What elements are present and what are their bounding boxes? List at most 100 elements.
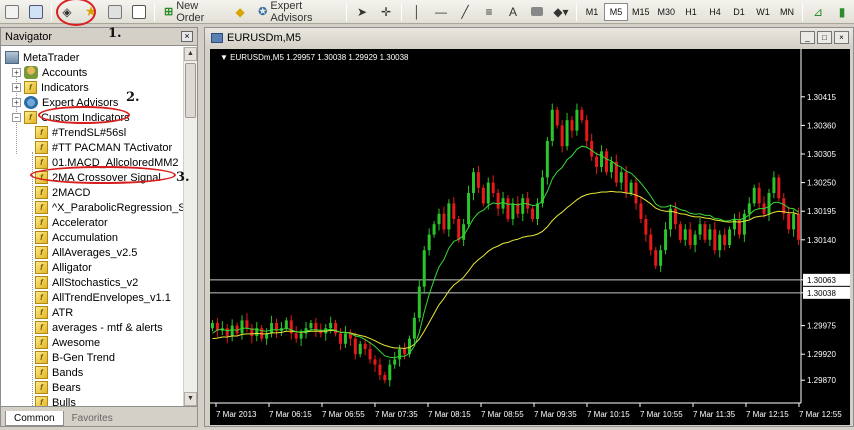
- timeframe-h1-button[interactable]: H1: [679, 3, 703, 21]
- chart-svg[interactable]: ▼ EURUSDm,M5 1.29957 1.30038 1.29929 1.3…: [210, 49, 850, 425]
- bear-candle: [378, 364, 382, 375]
- bear-candle: [334, 323, 338, 334]
- bear-candle: [580, 109, 584, 121]
- custom-indicator-item[interactable]: f AllStochastics_v2: [35, 275, 138, 290]
- timeframe-m5-button[interactable]: M5: [603, 2, 628, 21]
- custom-indicator-item[interactable]: f AllTrendEnvelopes_v1.1: [35, 290, 171, 305]
- bull-candle: [565, 120, 569, 147]
- timeframe-m1-button[interactable]: M1: [580, 3, 604, 21]
- expand-icon[interactable]: +: [12, 68, 21, 77]
- custom-indicator-item[interactable]: f averages - mtf & alerts: [35, 320, 163, 335]
- toolbar-separator: [400, 2, 402, 21]
- strategy-tester-icon[interactable]: [128, 2, 150, 22]
- bull-candle: [521, 198, 525, 214]
- new-order-button[interactable]: ⊞ New Order: [159, 0, 227, 24]
- close-icon[interactable]: ×: [181, 31, 193, 42]
- price-chart[interactable]: ▼ EURUSDm,M5 1.29957 1.30038 1.29929 1.3…: [210, 49, 850, 425]
- vertical-line-icon[interactable]: │: [406, 2, 428, 22]
- timeframe-m15-button[interactable]: M15: [628, 3, 654, 21]
- custom-indicator-item[interactable]: f Bands: [35, 365, 83, 380]
- bear-candle: [531, 208, 535, 219]
- text-label-icon[interactable]: [526, 2, 548, 22]
- horizontal-line-icon[interactable]: —: [430, 2, 452, 22]
- price-tick-label: 1.29975: [807, 322, 836, 331]
- collapse-icon[interactable]: −: [12, 113, 21, 122]
- toolbar-separator: [51, 2, 52, 21]
- indicator-label: #TrendSL#56sl: [52, 126, 127, 139]
- bear-candle: [673, 208, 677, 225]
- channel-icon[interactable]: ≡: [478, 2, 500, 22]
- tree-item-metatrader[interactable]: MetaTrader: [5, 50, 79, 65]
- terminal-icon[interactable]: [104, 2, 126, 22]
- shapes-dropdown-icon[interactable]: ◆▾: [550, 2, 572, 22]
- expand-icon[interactable]: +: [12, 83, 21, 92]
- meta-editor-icon[interactable]: ◆: [229, 2, 251, 22]
- bull-candle: [600, 151, 604, 167]
- indicator-list-icon[interactable]: ⊿: [807, 2, 829, 22]
- timeframe-d1-button[interactable]: D1: [727, 3, 751, 21]
- time-tick-label: 7 Mar 10:55: [640, 410, 683, 419]
- new-chart-icon[interactable]: [1, 2, 23, 22]
- scroll-down-icon[interactable]: ▼: [184, 392, 197, 406]
- price-tick-label: 1.30305: [807, 150, 836, 159]
- trendline-icon[interactable]: ╱: [454, 2, 476, 22]
- custom-indicator-item[interactable]: f Alligator: [35, 260, 92, 275]
- toolbar-separator: [802, 2, 803, 21]
- bull-candle: [550, 109, 554, 141]
- tab-common[interactable]: Common: [5, 411, 64, 426]
- price-label: 1.30063: [807, 276, 836, 285]
- time-tick-label: 7 Mar 12:15: [746, 410, 789, 419]
- expert-advisors-button[interactable]: ✪ Expert Advisors: [253, 0, 342, 24]
- bear-candle: [624, 172, 628, 193]
- custom-indicator-item[interactable]: f Awesome: [35, 335, 100, 350]
- bull-candle: [284, 320, 288, 329]
- timeframe-m30-button[interactable]: M30: [653, 3, 679, 21]
- custom-indicator-item[interactable]: f Accumulation: [35, 230, 118, 245]
- timeframe-h4-button[interactable]: H4: [703, 3, 727, 21]
- bear-candle: [363, 343, 367, 349]
- custom-indicator-item[interactable]: f Bulls: [35, 395, 76, 406]
- expand-icon[interactable]: +: [12, 98, 21, 107]
- bear-candle: [403, 349, 407, 355]
- expert-advisors-folder-icon: [24, 96, 38, 109]
- custom-indicator-item[interactable]: f 2MACD: [35, 185, 91, 200]
- navigator-tree: MetaTrader + Accounts + f Indicators + E…: [1, 47, 183, 406]
- toolbar-separator: [575, 2, 577, 21]
- custom-indicator-item[interactable]: f AllAverages_v2.5: [35, 245, 137, 260]
- bull-candle: [398, 349, 402, 360]
- indicator-icon: f: [35, 141, 48, 154]
- time-tick-label: 7 Mar 12:55: [799, 410, 842, 419]
- bull-candle: [767, 193, 771, 214]
- custom-indicator-item[interactable]: f ^X_ParabolicRegression_St: [35, 200, 183, 215]
- custom-indicator-item[interactable]: f Bears: [35, 380, 81, 395]
- timeframe-w1-button[interactable]: W1: [751, 3, 775, 21]
- bear-candle: [678, 224, 682, 240]
- navigator-scrollbar[interactable]: ▲ ▼: [183, 47, 197, 406]
- chart-window-title-bar[interactable]: EURUSDm,M5: [205, 28, 853, 48]
- indicator-label: Accumulation: [52, 231, 119, 244]
- crosshair-icon[interactable]: ✛: [375, 2, 397, 22]
- tab-favorites[interactable]: Favorites: [64, 411, 121, 426]
- scroll-up-icon[interactable]: ▲: [184, 47, 197, 61]
- tree-item-indicators[interactable]: + f Indicators: [12, 80, 89, 95]
- close-icon[interactable]: ×: [834, 31, 849, 44]
- cursor-icon[interactable]: ➤: [351, 2, 373, 22]
- tree-label: Accounts: [42, 66, 88, 79]
- new-order-label: New Order: [176, 0, 205, 24]
- timeframe-mn-button[interactable]: MN: [775, 3, 799, 21]
- custom-indicator-item[interactable]: f ATR: [35, 305, 73, 320]
- scrollbar-thumb[interactable]: [185, 63, 196, 118]
- profiles-icon[interactable]: [25, 2, 47, 22]
- text-tool-icon[interactable]: A: [502, 2, 524, 22]
- maximize-icon[interactable]: □: [817, 31, 832, 44]
- custom-indicator-item[interactable]: f Accelerator: [35, 215, 108, 230]
- bull-candle: [270, 323, 274, 334]
- bar-chart-icon[interactable]: ▮: [831, 2, 853, 22]
- custom-indicator-item[interactable]: f #TrendSL#56sl: [35, 125, 126, 140]
- indicator-icon: f: [35, 201, 48, 214]
- custom-indicator-item[interactable]: f B-Gen Trend: [35, 350, 115, 365]
- custom-indicator-item[interactable]: f #TT PACMAN TActivator: [35, 140, 172, 155]
- tree-item-accounts[interactable]: + Accounts: [12, 65, 87, 80]
- minimize-icon[interactable]: _: [800, 31, 815, 44]
- indicator-label: #TT PACMAN TActivator: [52, 141, 173, 154]
